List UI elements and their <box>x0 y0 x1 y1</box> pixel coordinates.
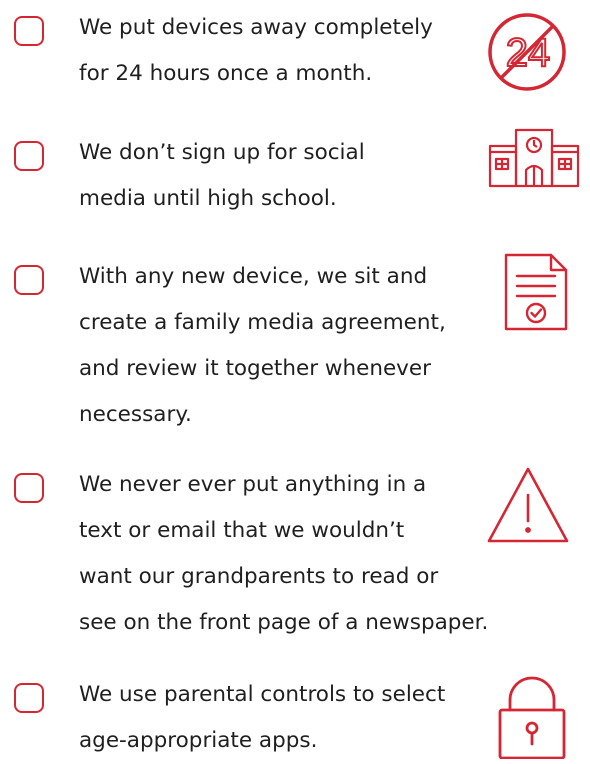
checkbox-2[interactable] <box>14 141 44 171</box>
item-1-line-2: for 24 hours once a month. <box>79 61 373 86</box>
checkbox-5[interactable] <box>14 683 44 713</box>
checkbox-4[interactable] <box>14 473 44 503</box>
document-check-icon <box>503 252 569 332</box>
padlock-icon <box>496 672 568 759</box>
item-4-line-1: We never ever put anything in a <box>79 472 427 497</box>
checkbox-3[interactable] <box>14 265 44 295</box>
no-24-hours-icon: 24 <box>486 11 568 93</box>
item-2-line-2: media until high school. <box>79 186 337 211</box>
item-text-1: We put devices away completely for 24 ho… <box>79 5 433 97</box>
item-5-line-1: We use parental controls to select <box>79 682 446 707</box>
item-text-5: We use parental controls to select age-a… <box>79 672 445 764</box>
item-1-line-1: We put devices away completely <box>79 15 433 40</box>
item-4-line-3: want our grandparents to read or <box>79 564 439 589</box>
item-4-line-2: text or email that we wouldn’t <box>79 518 405 543</box>
warning-icon <box>486 465 570 545</box>
checkbox-1[interactable] <box>14 16 44 46</box>
item-text-2: We don’t sign up for social media until … <box>79 130 365 222</box>
item-3-line-4: necessary. <box>79 402 192 427</box>
item-text-3: With any new device, we sit and create a… <box>79 254 446 438</box>
item-2-line-1: We don’t sign up for social <box>79 140 365 165</box>
item-text-4: We never ever put anything in a text or … <box>79 462 488 646</box>
item-3-line-2: create a family media agreement, <box>79 310 446 335</box>
item-3-line-1: With any new device, we sit and <box>79 264 428 289</box>
item-4-line-4: see on the front page of a newspaper. <box>79 610 489 635</box>
item-3-line-3: and review it together whenever <box>79 356 431 381</box>
school-building-icon <box>488 128 580 188</box>
item-5-line-2: age-appropriate apps. <box>79 728 318 753</box>
